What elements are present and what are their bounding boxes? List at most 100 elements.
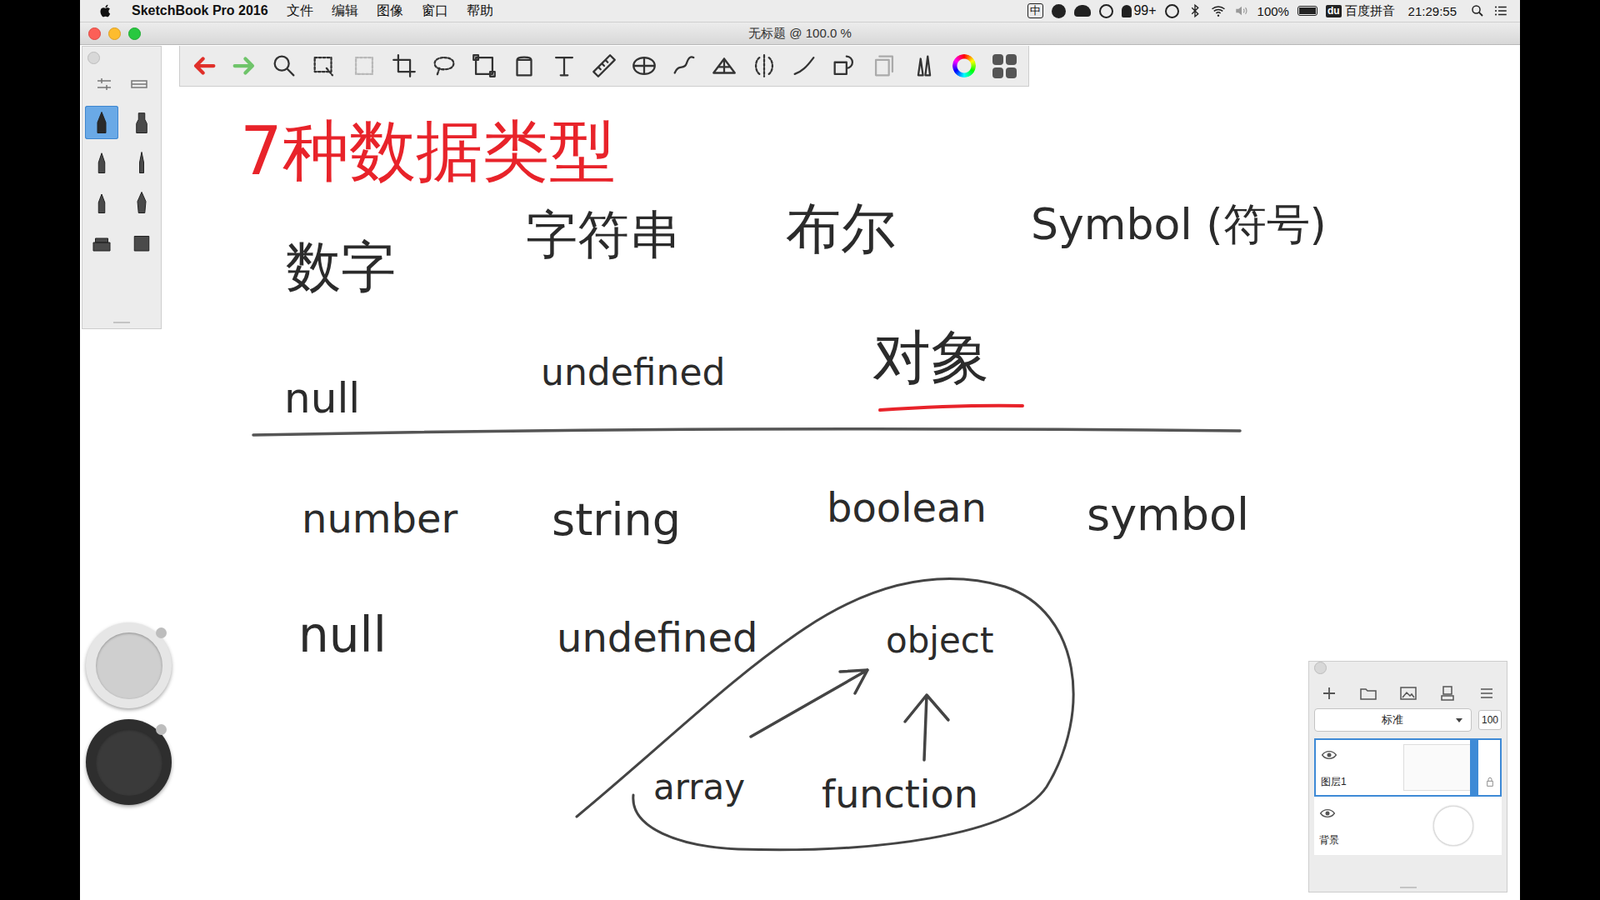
perspective-icon[interactable] xyxy=(710,51,739,80)
pillarbox-left xyxy=(0,0,80,900)
handwritten-note: undefined xyxy=(556,617,759,658)
battery-percentage[interactable]: 100% xyxy=(1257,4,1290,19)
brush-icon xyxy=(89,149,115,176)
brush-icon xyxy=(129,189,155,216)
opacity-field[interactable]: 100 xyxy=(1478,710,1502,730)
brush-button[interactable] xyxy=(85,145,119,180)
volume-icon[interactable] xyxy=(1234,3,1250,19)
app-menu[interactable]: SketchBook Pro 2016 xyxy=(131,3,269,19)
zoom-button[interactable] xyxy=(128,27,141,40)
qq-icon[interactable] xyxy=(1099,4,1114,19)
clock[interactable]: 21:29:55 xyxy=(1408,4,1457,19)
menu-icon[interactable] xyxy=(1476,683,1497,704)
library-grid-icon[interactable] xyxy=(990,51,1019,80)
zoom-icon[interactable] xyxy=(270,51,299,80)
blend-mode-dropdown[interactable]: 标准 xyxy=(1314,708,1472,732)
palette-close-button[interactable] xyxy=(87,51,100,65)
brush-button[interactable] xyxy=(125,105,159,140)
layer-row[interactable]: 图层1 xyxy=(1314,738,1502,797)
merge-icon[interactable] xyxy=(1437,683,1458,704)
puck-color xyxy=(95,729,163,796)
brush-button[interactable] xyxy=(85,185,119,220)
brush-icon xyxy=(89,189,115,216)
apple-icon[interactable] xyxy=(98,3,114,19)
select2-icon[interactable] xyxy=(350,51,379,80)
brushlib-icon[interactable] xyxy=(910,51,939,80)
folder-icon[interactable] xyxy=(1358,683,1379,704)
menu-item[interactable]: 图像 xyxy=(376,2,404,20)
app-status-icon[interactable] xyxy=(1051,4,1066,19)
brush-properties-icon[interactable] xyxy=(94,74,115,95)
transform-icon[interactable] xyxy=(470,51,499,80)
battery-icon[interactable] xyxy=(1297,5,1318,16)
menu-item[interactable]: 帮助 xyxy=(466,2,494,20)
copy-icon[interactable] xyxy=(870,51,899,80)
handwritten-note: undefined xyxy=(540,354,725,391)
search-icon[interactable] xyxy=(1470,3,1485,19)
color-puck[interactable] xyxy=(85,622,172,709)
select-icon[interactable] xyxy=(310,51,339,80)
symmetry-icon[interactable] xyxy=(750,51,779,80)
handwritten-note: 布尔 xyxy=(785,201,896,257)
layer-row[interactable]: 背景 xyxy=(1314,796,1502,855)
menu-item[interactable]: 窗口 xyxy=(421,2,449,20)
eye-icon[interactable] xyxy=(1320,746,1338,764)
brush-button[interactable] xyxy=(125,225,159,260)
lock-icon[interactable] xyxy=(1483,775,1497,789)
underline-stroke xyxy=(880,405,1023,410)
brush-button[interactable] xyxy=(85,225,119,260)
notification-center-icon[interactable] xyxy=(1493,3,1509,19)
shapes-icon[interactable] xyxy=(830,51,859,80)
bluetooth-icon[interactable] xyxy=(1187,3,1203,19)
color-puck[interactable] xyxy=(85,719,172,805)
eye-icon[interactable] xyxy=(1319,805,1336,822)
layer-editor-grip[interactable] xyxy=(1400,886,1417,889)
crop-icon[interactable] xyxy=(390,51,419,80)
fill-icon[interactable] xyxy=(510,51,539,80)
palette-grip[interactable] xyxy=(113,321,130,324)
text-icon[interactable] xyxy=(550,51,579,80)
brush-icon xyxy=(129,109,155,136)
ellipse-icon[interactable] xyxy=(630,51,659,80)
arrow-stroke xyxy=(750,670,868,737)
input-method-indicator[interactable]: 中 xyxy=(1027,3,1044,19)
handwritten-note: null xyxy=(298,610,387,660)
brush-button[interactable] xyxy=(125,185,159,220)
layer-thumbnail xyxy=(1433,805,1474,846)
layer-editor: 标准 100 图层1 背景 xyxy=(1308,660,1508,893)
minimize-button[interactable] xyxy=(108,27,121,40)
wifi-icon[interactable] xyxy=(1210,3,1226,19)
time-machine-icon[interactable] xyxy=(1165,4,1180,19)
redo-icon[interactable] xyxy=(230,51,259,80)
cloud-icon[interactable] xyxy=(1074,5,1091,17)
menu-item[interactable]: 文件 xyxy=(286,2,314,20)
menu-item[interactable]: 编辑 xyxy=(331,2,359,20)
puck-badge xyxy=(155,724,167,735)
layer-editor-close-button[interactable] xyxy=(1314,661,1327,675)
undo-icon[interactable] xyxy=(190,51,219,80)
puck-color xyxy=(95,632,163,700)
pillarbox-right xyxy=(1520,0,1600,900)
brush-palette xyxy=(81,45,162,330)
stroke-icon[interactable] xyxy=(790,51,819,80)
ruler-icon[interactable] xyxy=(590,51,619,80)
desktop: SketchBook Pro 2016 文件编辑图像窗口帮助 中 99+ 100% du百… xyxy=(80,0,1520,900)
canvas[interactable]: 7种数据类型数字字符串布尔Symbol (符号)nullundefined对象n… xyxy=(80,45,1520,900)
brush-library-icon[interactable] xyxy=(129,74,150,95)
brush-icon xyxy=(129,229,155,256)
layer-name: 图层1 xyxy=(1320,775,1347,790)
add-layer-icon[interactable] xyxy=(1319,683,1340,704)
notification-count[interactable]: 99+ xyxy=(1121,3,1156,19)
brush-button[interactable] xyxy=(85,105,119,140)
close-button[interactable] xyxy=(88,27,101,40)
divider-stroke xyxy=(253,429,1240,435)
color-wheel-icon[interactable] xyxy=(950,51,979,80)
image-icon[interactable] xyxy=(1398,683,1419,704)
ime-menu[interactable]: du百度拼音 xyxy=(1325,3,1395,20)
title-bar: 无标题 @ 100.0 % xyxy=(80,22,1520,45)
lasso-icon[interactable] xyxy=(430,51,459,80)
handwritten-note: Symbol (符号) xyxy=(1030,202,1327,246)
brush-button[interactable] xyxy=(125,145,159,180)
brush-icon xyxy=(129,149,155,176)
curve-icon[interactable] xyxy=(670,51,699,80)
